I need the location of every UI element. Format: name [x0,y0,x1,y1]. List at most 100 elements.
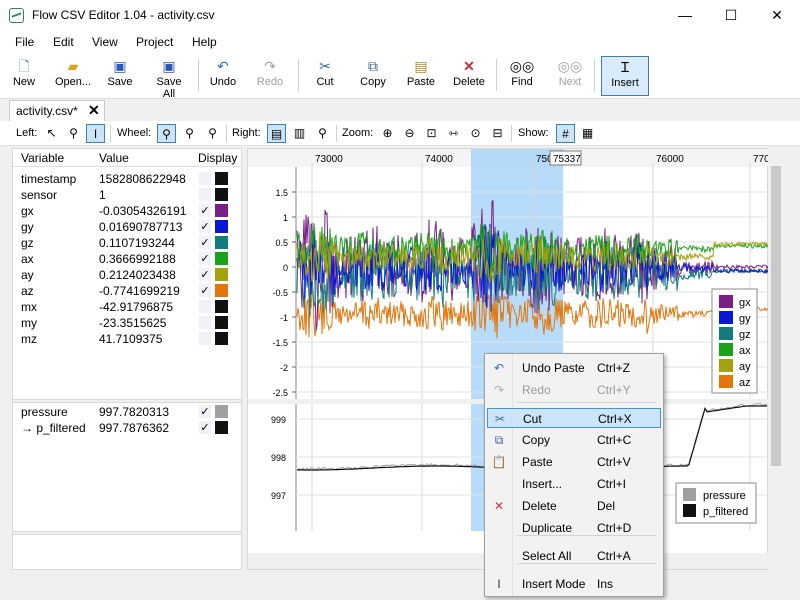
variable-value[interactable]: -0.03054326191 [99,204,186,218]
delete-button[interactable]: ✕ Delete [452,56,486,96]
menu-edit[interactable]: Edit [53,35,74,49]
minimize-button[interactable]: — [662,0,708,31]
zoom-reset-icon[interactable]: ⊟ [488,124,507,143]
display-checkbox[interactable]: ✓ [199,268,211,281]
color-swatch[interactable] [215,236,228,249]
color-swatch[interactable] [215,300,228,313]
copy-button[interactable]: ⧉ Copy [357,56,389,96]
maximize-button[interactable]: ☐ [708,0,754,31]
display-checkbox[interactable]: ✓ [199,220,211,233]
wheel-zoom-x-icon[interactable]: ⚲ [180,124,199,143]
display-checkbox[interactable]: ✓ [199,405,211,418]
new-button[interactable]: 🗋 New [8,56,40,96]
variable-value[interactable]: 0.1107193244 [99,236,175,250]
cut-button[interactable]: ✂ Cut [312,56,338,96]
variable-row[interactable]: ay 0.2124023438 ✓ [13,267,241,283]
save-all-button[interactable]: ▣ Save All [150,56,188,100]
variable-value[interactable]: -0.7741699219 [99,284,180,298]
display-checkbox[interactable] [199,316,211,329]
context-menu-item-insert-mode[interactable]: I Insert Mode Ins [487,574,661,594]
color-swatch[interactable] [215,172,228,185]
variable-row[interactable]: gy 0.01690787713 ✓ [13,219,241,235]
variable-value[interactable]: -42.91796875 [99,300,173,314]
right-zoom-icon[interactable]: ⚲ [313,124,332,143]
variable-value[interactable]: 997.7876362 [99,421,169,435]
variable-value[interactable]: 1582808622948 [99,172,186,186]
scrollbar-thumb[interactable] [771,166,781,466]
variable-row[interactable]: my -23.3515625 [13,315,241,331]
zoom-fit-icon[interactable]: ⊡ [422,124,441,143]
color-swatch[interactable] [215,421,228,434]
variable-row[interactable]: ax 0.3666992188 ✓ [13,251,241,267]
legend-icon[interactable]: ▦ [578,124,597,143]
menu-help[interactable]: Help [192,35,217,49]
display-checkbox[interactable]: ✓ [199,204,211,217]
color-swatch[interactable] [215,204,228,217]
header-value[interactable]: Value [99,151,129,165]
variable-row[interactable]: sensor 1 [13,187,241,203]
insert-mode-button[interactable]: Ɪ Insert [601,56,649,96]
zoom-out-icon[interactable]: ⊖ [400,124,419,143]
variable-value[interactable]: 0.2124023438 [99,268,176,282]
variable-row[interactable]: gx -0.03054326191 ✓ [13,203,241,219]
next-button[interactable]: ◎◎ Next [556,56,584,96]
color-swatch[interactable] [215,252,228,265]
color-swatch[interactable] [215,284,228,297]
context-menu-item-copy[interactable]: ⧉ Copy Ctrl+C [487,430,661,450]
menu-view[interactable]: View [92,35,118,49]
variable-row[interactable]: → p_filtered 997.7876362 ✓ [13,420,241,436]
color-swatch[interactable] [215,332,228,345]
context-menu-item-delete[interactable]: ✕ Delete Del [487,496,661,516]
display-checkbox[interactable] [199,332,211,345]
right-chart-icon[interactable]: ▥ [290,124,309,143]
find-button[interactable]: ◎◎ Find [508,56,536,96]
zoom-x-icon[interactable]: ⇿ [444,124,463,143]
variable-value[interactable]: 997.7820313 [99,405,169,419]
color-swatch[interactable] [215,188,228,201]
undo-button[interactable]: ↶ Undo [206,56,240,96]
color-swatch[interactable] [215,268,228,281]
header-display[interactable]: Display [198,151,237,165]
color-swatch[interactable] [215,405,228,418]
display-checkbox[interactable] [199,172,211,185]
wheel-zoom-y-icon[interactable]: ⚲ [203,124,222,143]
display-checkbox[interactable]: ✓ [199,252,211,265]
display-checkbox[interactable]: ✓ [199,284,211,297]
context-menu-item-undo-paste[interactable]: ↶ Undo Paste Ctrl+Z [487,358,661,378]
zoom-in-icon[interactable]: ⊕ [378,124,397,143]
variable-row[interactable]: mz 41.7109375 [13,331,241,347]
paste-button[interactable]: ▤ Paste [406,56,436,96]
variable-value[interactable]: 0.01690787713 [99,220,182,234]
variable-value[interactable]: 41.7109375 [99,332,162,346]
display-checkbox[interactable] [199,300,211,313]
variable-row[interactable]: az -0.7741699219 ✓ [13,283,241,299]
context-menu-item-paste[interactable]: 📋 Paste Ctrl+V [487,452,661,472]
context-menu-item-insert[interactable]: Insert... Ctrl+I [487,474,661,494]
right-table-icon[interactable]: ▤ [267,124,286,143]
save-button[interactable]: ▣ Save [106,56,134,96]
vertical-scrollbar[interactable] [768,148,784,570]
panel-divider[interactable] [13,531,241,535]
redo-button[interactable]: ↷ Redo [255,56,285,96]
variable-value[interactable]: 1 [99,188,106,202]
open-button[interactable]: ▰ Open... [54,56,92,96]
header-variable[interactable]: Variable [21,151,64,165]
tab-activity-csv[interactable]: activity.csv* ✕ [9,100,105,121]
color-swatch[interactable] [215,220,228,233]
variable-row[interactable]: gz 0.1107193244 ✓ [13,235,241,251]
display-checkbox[interactable] [199,188,211,201]
menu-project[interactable]: Project [136,35,173,49]
magnifier-icon[interactable]: ⚲ [64,124,83,143]
context-menu-item-redo[interactable]: ↷ Redo Ctrl+Y [487,380,661,400]
context-menu-item-cut[interactable]: ✂ Cut Ctrl+X [487,408,661,428]
variable-row[interactable]: pressure 997.7820313 ✓ [13,404,241,420]
grid-icon[interactable]: # [556,124,575,143]
variable-row[interactable]: mx -42.91796875 [13,299,241,315]
variable-value[interactable]: -23.3515625 [99,316,166,330]
close-tab-icon[interactable]: ✕ [88,102,100,119]
zoom-y-icon[interactable]: ⊙ [466,124,485,143]
variable-value[interactable]: 0.3666992188 [99,252,176,266]
text-cursor-icon[interactable]: I [86,124,105,143]
wheel-zoom-icon[interactable]: ⚲ [157,124,176,143]
pointer-icon[interactable]: ↖ [42,124,61,143]
